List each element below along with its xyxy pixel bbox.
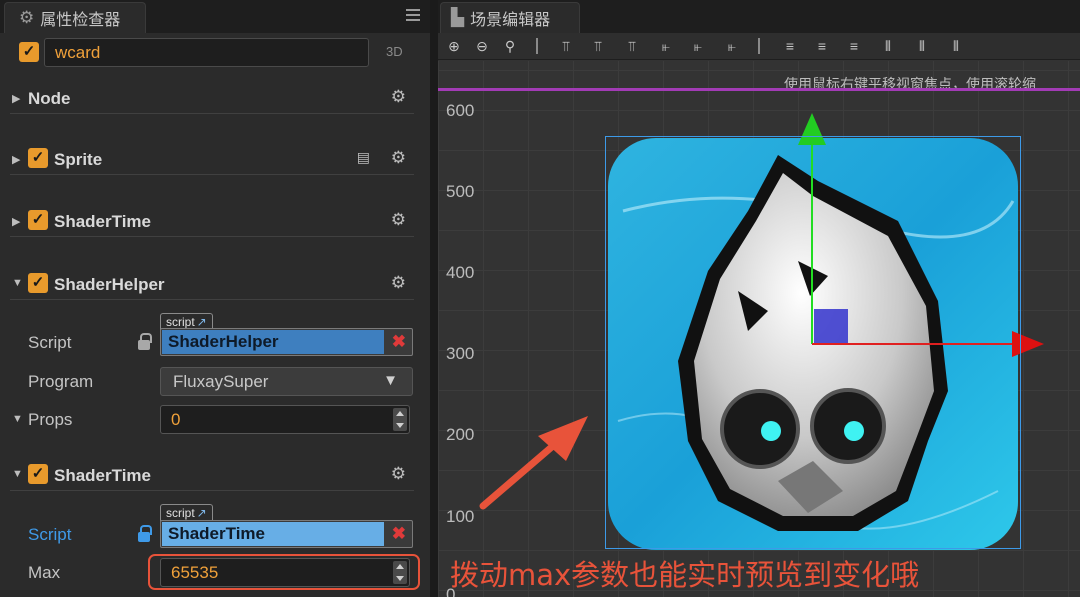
tab-scene-editor[interactable]: ▙ 场景编辑器 [440, 2, 580, 33]
max-label: Max [28, 563, 61, 582]
component-shadertime-checkbox[interactable]: ✓ [28, 210, 48, 230]
shadertime-script-label: Script [28, 525, 72, 544]
shadertime-script-field[interactable]: ShaderTime ✖ [160, 520, 413, 548]
scene-tabbar: ▙ 场景编辑器 [438, 0, 1080, 33]
scene-panel: ▙ 场景编辑器 ⊕ ⊖ ⚲ ⫪ ⫪ ⫪ ⫦ ⫦ ⫦ ≡ ≡ ≡ ⦀ ⦀ ⦀ 使用… [438, 0, 1080, 597]
program-select[interactable]: FluxaySuper ▼ [160, 367, 413, 396]
gear-icon[interactable]: ⚙ [391, 87, 406, 107]
distribute-top-icon[interactable]: ≡ [780, 36, 800, 56]
component-shadertime2-header[interactable]: ▼ ✓ ShaderTime ⚙ [10, 461, 414, 491]
program-select-value: FluxaySuper [173, 372, 269, 391]
node-name-field[interactable]: wcard [44, 38, 369, 67]
align-top-icon[interactable]: ⫪ [556, 36, 576, 56]
component-node-header[interactable]: ▶ Node ⚙ [10, 84, 414, 114]
node-active-checkbox[interactable]: ✓ [19, 42, 39, 62]
align-bottom-icon[interactable]: ⫪ [622, 36, 642, 56]
inspector-tabbar: ⚙ 属性检查器 [0, 0, 430, 33]
annotation-text: 拨动max参数也能实时预览到变化哦 [450, 558, 920, 592]
distribute-hcenter-icon[interactable]: ⦀ [912, 36, 932, 56]
zoom-in-icon[interactable]: ⊕ [444, 36, 464, 56]
scene-toolbar: ⊕ ⊖ ⚲ ⫪ ⫪ ⫪ ⫦ ⫦ ⫦ ≡ ≡ ≡ ⦀ ⦀ ⦀ [438, 33, 1080, 60]
zoom-out-icon[interactable]: ⊖ [472, 36, 492, 56]
menu-icon[interactable] [406, 9, 420, 21]
panel-splitter[interactable] [430, 0, 438, 597]
expand-arrow-icon[interactable]: ▼ [12, 468, 23, 480]
collapse-arrow-icon[interactable]: ▶ [12, 215, 20, 228]
scene-viewport[interactable]: 使用鼠标右键平移视窗焦点，使用滚轮缩 600 500 400 300 200 1… [438, 61, 1080, 597]
book-icon[interactable]: ▤ [357, 149, 370, 166]
expand-arrow-icon[interactable]: ▼ [12, 277, 23, 289]
remove-icon[interactable]: ✖ [392, 332, 406, 352]
inspector-tab-label: 属性检查器 [40, 10, 121, 29]
component-shaderhelper-header[interactable]: ▼ ✓ ShaderHelper ⚙ [10, 270, 414, 300]
component-sprite-checkbox[interactable]: ✓ [28, 148, 48, 168]
component-shadertime-title: ShaderTime [54, 212, 152, 231]
lock-icon[interactable] [138, 333, 152, 350]
external-link-icon[interactable]: ↗ [197, 506, 207, 520]
component-sprite-header[interactable]: ▶ ✓ Sprite ▤ ⚙ [10, 145, 414, 175]
gear-icon[interactable]: ⚙ [391, 148, 406, 168]
align-left-icon[interactable]: ⫦ [656, 36, 676, 56]
component-shadertime2-title: ShaderTime [54, 466, 152, 485]
gear-icon[interactable]: ⚙ [391, 464, 406, 484]
lock-icon[interactable] [138, 525, 152, 542]
shadertime-script-value: ShaderTime [162, 522, 384, 546]
align-right-icon[interactable]: ⫦ [722, 36, 742, 56]
script-tag-label: script [166, 506, 195, 520]
inspector-panel: ⚙ 属性检查器 ✓ wcard 3D ▶ Node ⚙ ▶ ✓ Sprite ▤… [0, 0, 430, 597]
collapse-arrow-icon[interactable]: ▶ [12, 92, 20, 105]
distribute-vcenter-icon[interactable]: ≡ [812, 36, 832, 56]
props-label: Props [28, 410, 73, 429]
spinner-icon[interactable] [393, 408, 407, 431]
align-hcenter-icon[interactable]: ⫦ [688, 36, 708, 56]
component-shadertime2-checkbox[interactable]: ✓ [28, 464, 48, 484]
zoom-fit-icon[interactable]: ⚲ [500, 36, 520, 56]
dropdown-caret-icon: ▼ [383, 372, 398, 389]
gear-icon: ⚙ [19, 8, 35, 28]
component-sprite-title: Sprite [54, 150, 103, 169]
tab-inspector[interactable]: ⚙ 属性检查器 [4, 2, 146, 33]
toolbar-divider [758, 38, 760, 54]
badge-3d[interactable]: 3D [386, 44, 403, 59]
props-value: 0 [171, 410, 181, 429]
shaderhelper-script-field[interactable]: ShaderHelper ✖ [160, 328, 413, 356]
remove-icon[interactable]: ✖ [392, 524, 406, 544]
gear-icon[interactable]: ⚙ [391, 210, 406, 230]
toolbar-divider [536, 38, 538, 54]
shaderhelper-script-label: Script [28, 333, 72, 352]
distribute-bottom-icon[interactable]: ≡ [844, 36, 864, 56]
component-shaderhelper-title: ShaderHelper [54, 275, 165, 294]
props-number-field[interactable]: 0 [160, 405, 410, 434]
external-link-icon[interactable]: ↗ [197, 315, 207, 329]
script-tag[interactable]: script ↗ [160, 504, 213, 521]
annotation-arrow [479, 416, 588, 510]
distribute-right-icon[interactable]: ⦀ [946, 36, 966, 56]
component-node-title: Node [28, 89, 71, 108]
component-shadertime-header[interactable]: ▶ ✓ ShaderTime ⚙ [10, 207, 414, 237]
scene-tab-label: 场景编辑器 [470, 10, 551, 29]
highlight-outline [148, 554, 420, 590]
script-tag-label: script [166, 315, 195, 329]
distribute-left-icon[interactable]: ⦀ [878, 36, 898, 56]
selection-rect [605, 136, 1021, 549]
gear-icon[interactable]: ⚙ [391, 273, 406, 293]
shaderhelper-script-value: ShaderHelper [162, 330, 384, 354]
scene-icon: ▙ [451, 8, 465, 28]
align-vcenter-icon[interactable]: ⫪ [588, 36, 608, 56]
component-shaderhelper-checkbox[interactable]: ✓ [28, 273, 48, 293]
collapse-arrow-icon[interactable]: ▶ [12, 153, 20, 166]
program-label: Program [28, 372, 94, 391]
props-expand-arrow-icon[interactable]: ▼ [12, 413, 23, 425]
